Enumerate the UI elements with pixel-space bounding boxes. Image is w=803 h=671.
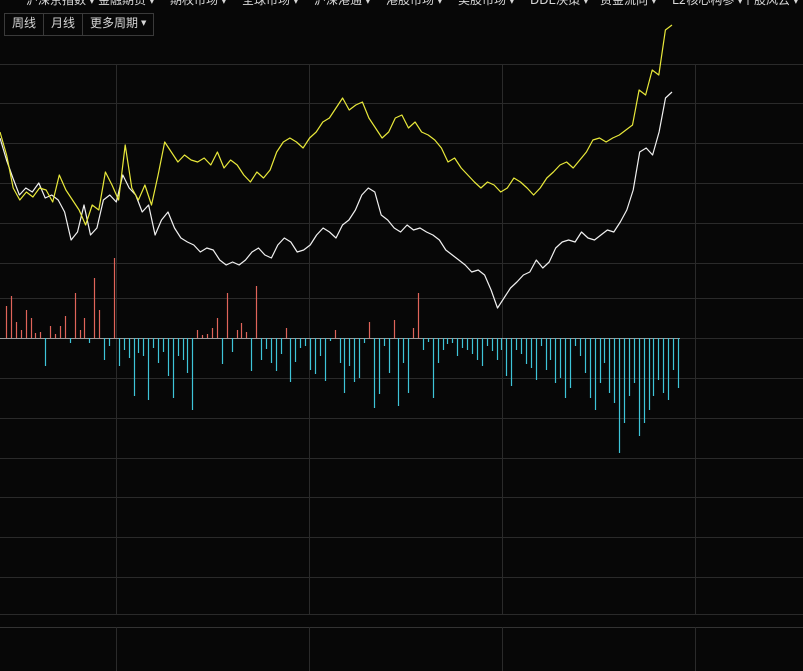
price-line [0,24,673,226]
price-chart[interactable] [0,0,803,671]
